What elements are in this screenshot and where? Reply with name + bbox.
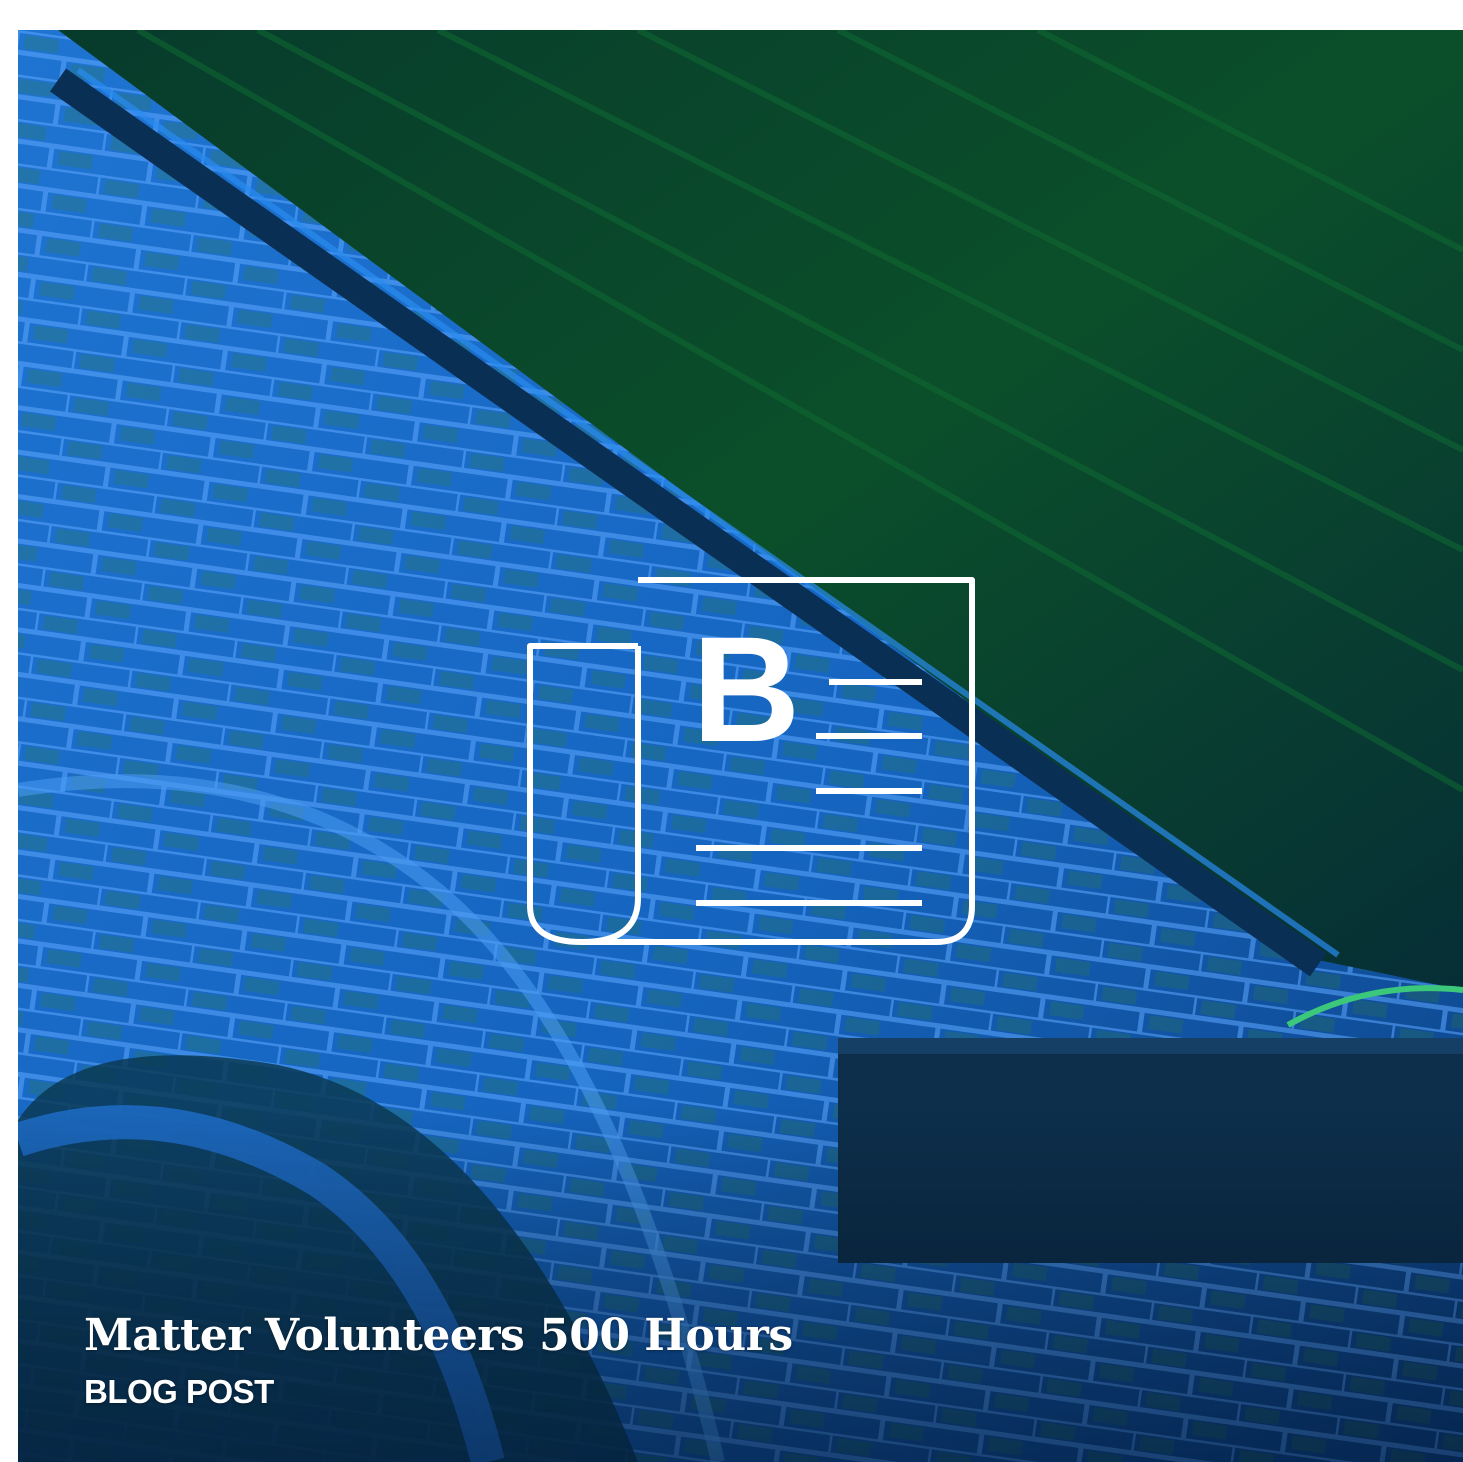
blog-icon-letter: B [692,605,801,773]
blog-post-icon: B [526,576,976,948]
post-title[interactable]: Matter Volunteers 500 Hours [84,1308,793,1364]
content-type-label: BLOG POST [84,1373,274,1410]
card-caption: Matter Volunteers 500 Hours BLOG POST [84,1308,793,1412]
blog-post-card[interactable]: B Matter Volunteers 500 Hours BLOG POST [18,30,1463,1462]
